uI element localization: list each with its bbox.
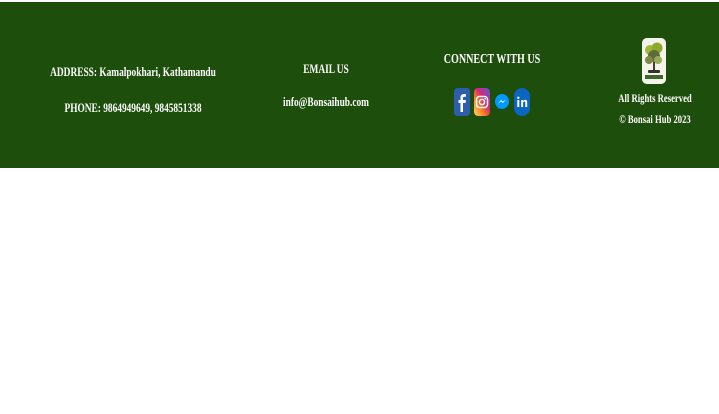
email-link[interactable]: info@Bonsaihub.com (253, 94, 400, 110)
linkedin-icon[interactable] (514, 88, 530, 116)
social-links (454, 88, 530, 116)
email-block: EMAIL US info@Bonsaihub.com (253, 61, 400, 110)
email-heading: EMAIL US (303, 61, 349, 76)
messenger-icon[interactable] (494, 88, 510, 116)
instagram-icon[interactable] (474, 88, 490, 116)
site-footer: ADDRESS: Kamalpokhari, Kathamandu PHONE:… (0, 2, 719, 168)
rights-block: All Rights Reserved © Bonsai Hub 2023 (608, 91, 702, 127)
copyright-text: © Bonsai Hub 2023 (619, 112, 691, 126)
facebook-icon[interactable] (454, 88, 470, 116)
contact-address-block: ADDRESS: Kamalpokhari, Kathamandu PHONE:… (37, 64, 229, 116)
address-text: ADDRESS: Kamalpokhari, Kathamandu (50, 64, 216, 79)
bonsai-hub-logo (642, 38, 666, 84)
phone-text: PHONE: 9864949649, 9845851338 (64, 100, 202, 115)
connect-heading: CONNECT WITH US (443, 52, 541, 67)
rights-text: All Rights Reserved (618, 91, 692, 105)
